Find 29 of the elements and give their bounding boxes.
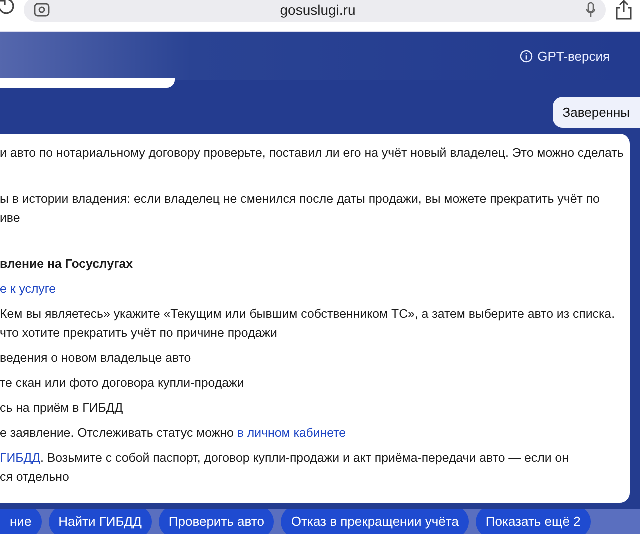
microphone-icon[interactable] xyxy=(586,2,596,18)
answer-text: . Возьмите с собой паспорт, договор купли-продажи и акт приёма-передачи авто — если он xyxy=(40,451,569,465)
answer-text: ся отдельно xyxy=(0,470,70,484)
answer-text: что хотите прекратить учёт по причине продажи xyxy=(0,326,278,340)
answer-text: е заявление. Отслеживать статус можно xyxy=(0,426,235,440)
suggestion-chip[interactable]: ние xyxy=(0,509,42,534)
suggestion-chip[interactable]: Найти ГИБДД xyxy=(48,509,152,534)
link[interactable]: е к услуге xyxy=(0,282,56,296)
share-icon[interactable] xyxy=(616,0,632,20)
answer-text: Кем вы являетесь» укажите «Текущим или бывшим собственником ТС», а затем выберите авто из списка. xyxy=(0,307,616,321)
suggestion-chip[interactable]: Отказ в прекращении учёта xyxy=(281,509,469,534)
answer-text: и авто по нотариальному договору проверьте, поставил ли его на учёт новый владелец. Это можно сделать xyxy=(0,146,624,160)
link[interactable]: ГИБДД xyxy=(0,451,41,465)
answer-text: сь на приём в ГИБДД xyxy=(0,401,124,415)
info-icon xyxy=(520,50,533,62)
reload-icon[interactable] xyxy=(0,0,14,16)
suggestion-chip[interactable]: Показать ещё 2 xyxy=(476,509,591,534)
answer-heading: вление на Госуслугах xyxy=(0,257,134,271)
answer-text: ведения о новом владельце авто xyxy=(0,351,192,365)
answer-text: иве xyxy=(0,211,20,225)
link[interactable]: в личном кабинете xyxy=(237,426,346,440)
camera-search-icon xyxy=(34,2,50,18)
answer-text: ы в истории владения: если владелец не сменился после даты продажи, вы можете прекратить учёт по xyxy=(0,192,600,206)
address-bar[interactable]: gosuslugi.ru xyxy=(24,0,606,22)
suggestion-chip[interactable]: Проверить авто xyxy=(158,509,274,534)
user-message: Заверенны xyxy=(552,97,640,128)
answer-text: те скан или фото договора купли-продажи xyxy=(0,376,244,390)
url-text: gosuslugi.ru xyxy=(279,2,357,18)
gpt-version-label[interactable]: GPT-версия xyxy=(520,48,610,64)
